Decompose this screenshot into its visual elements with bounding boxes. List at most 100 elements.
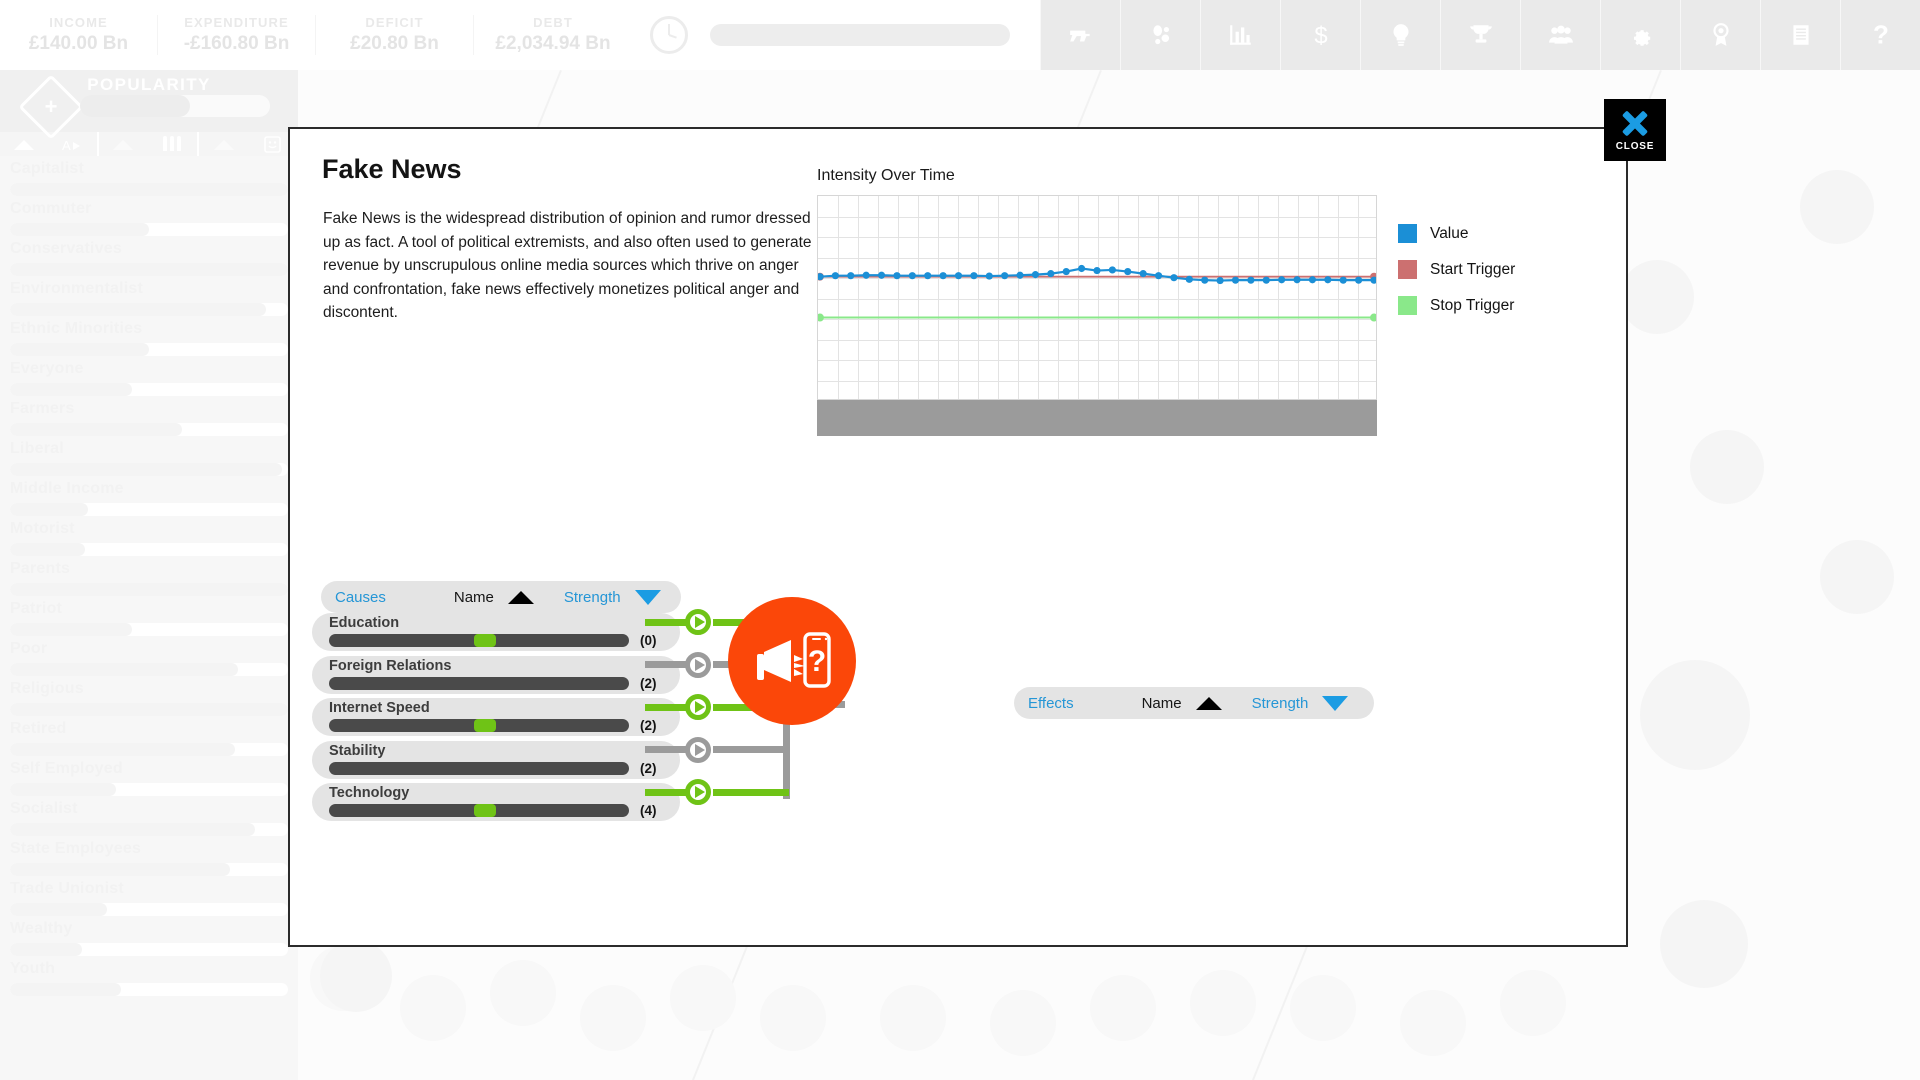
play-triangle-icon [694, 701, 705, 713]
chart-data-point [1293, 276, 1301, 284]
popularity-group[interactable]: Patriot [0, 596, 298, 636]
stat-income: INCOME £140.00 Bn [0, 15, 158, 55]
popularity-group[interactable]: Liberal [0, 436, 298, 476]
play-triangle-icon [694, 786, 705, 798]
cause-slider-track[interactable] [329, 761, 629, 775]
popularity-group[interactable]: Farmers [0, 396, 298, 436]
popularity-sidebar[interactable]: POPULARITY A Capitalist Commuter Conservat… [0, 70, 298, 1080]
turn-progress-bar[interactable] [710, 24, 1010, 46]
lightbulb-icon[interactable] [1360, 0, 1440, 70]
causes-title[interactable]: Causes [335, 589, 386, 606]
popularity-group-fill [10, 423, 183, 436]
cause-slider-track[interactable] [329, 804, 629, 817]
popularity-group-label: Self Employed [10, 760, 123, 777]
pills-icon[interactable] [1120, 0, 1200, 70]
popularity-group[interactable]: Motorist [0, 516, 298, 556]
document-icon[interactable] [1760, 0, 1840, 70]
chart-data-point [1278, 276, 1286, 284]
effects-sort-strength[interactable]: Strength [1252, 695, 1309, 712]
causes-list[interactable]: Education (0) Foreign Relations (2) Internet… [312, 611, 684, 824]
popularity-group-bar [10, 343, 288, 356]
triangle-up-icon[interactable] [507, 590, 534, 604]
connector-node[interactable] [685, 609, 711, 635]
cause-row[interactable]: Internet Speed (2) [312, 696, 684, 739]
gear-icon[interactable] [1600, 0, 1680, 70]
popularity-group[interactable]: Environmentalist [0, 276, 298, 316]
popularity-group-bar [10, 543, 288, 556]
bar-chart-icon[interactable] [1200, 0, 1280, 70]
cause-row[interactable]: Technology (4) [312, 781, 684, 824]
causes-header[interactable]: Causes Name Strength [321, 581, 681, 613]
popularity-group[interactable]: Youth [0, 956, 298, 996]
popularity-group[interactable]: Socialist [0, 796, 298, 836]
sidebar-filter-bar[interactable]: A [0, 132, 298, 156]
popularity-group[interactable]: State Employees [0, 836, 298, 876]
people-icon[interactable] [1520, 0, 1600, 70]
popularity-group[interactable]: Middle Income [0, 476, 298, 516]
connector-node[interactable] [685, 651, 711, 678]
connector-line-left [645, 618, 687, 626]
pistol-icon[interactable] [1040, 0, 1120, 70]
popularity-group[interactable]: Commuter [0, 196, 298, 236]
cause-row[interactable]: Stability (2) [312, 739, 684, 782]
popularity-group-fill [10, 863, 230, 876]
effects-header[interactable]: Effects Name Strength [1014, 687, 1374, 719]
popularity-group[interactable]: Trade Unionist [0, 876, 298, 916]
causes-sort-name[interactable]: Name [454, 589, 494, 606]
causes-sort-strength[interactable]: Strength [564, 589, 621, 606]
cause-name: Stability [329, 742, 386, 759]
cause-slider-marker[interactable] [474, 804, 496, 817]
triangle-up-icon[interactable] [1195, 696, 1222, 710]
filter-group-size[interactable] [99, 132, 199, 156]
cause-slider-track[interactable] [329, 676, 629, 690]
turn-timer[interactable] [650, 0, 1010, 70]
popularity-group-fill [10, 663, 238, 676]
dollar-icon[interactable]: $ [1280, 0, 1360, 70]
popularity-group-list[interactable]: Capitalist Commuter Conservatives Environme… [0, 156, 298, 996]
popularity-group[interactable]: Self Employed [0, 756, 298, 796]
cause-name: Foreign Relations [329, 657, 452, 674]
popularity-group-bar [10, 623, 288, 636]
stat-deficit: DEFICIT £20.80 Bn [316, 15, 474, 55]
cause-slider-marker[interactable] [474, 634, 496, 647]
cause-slider-track[interactable] [329, 634, 629, 647]
policy-bubble [1640, 660, 1750, 770]
effects-sort-name[interactable]: Name [1142, 695, 1182, 712]
popularity-group-bar [10, 183, 288, 196]
connector-node[interactable] [685, 736, 711, 763]
effects-title[interactable]: Effects [1028, 695, 1074, 712]
smiley-icon [264, 135, 282, 153]
connector-node[interactable] [685, 779, 711, 805]
help-icon[interactable]: ? [1840, 0, 1920, 70]
close-button-label: CLOSE [1615, 140, 1655, 152]
popularity-group-bar [10, 663, 288, 676]
popularity-group[interactable]: Religious [0, 676, 298, 716]
popularity-group-fill [10, 823, 255, 836]
cause-name: Technology [329, 785, 410, 801]
cause-slider-track[interactable] [329, 719, 629, 732]
cause-row[interactable]: Foreign Relations (2) [312, 654, 684, 697]
chart-data-point [1308, 276, 1317, 284]
policy-bubble [580, 985, 646, 1051]
popularity-group[interactable]: Conservatives [0, 236, 298, 276]
cause-row[interactable]: Education (0) [312, 611, 684, 654]
cause-slider-marker[interactable] [474, 719, 496, 732]
popularity-group[interactable]: Retired [0, 716, 298, 756]
popularity-group-label: Farmers [10, 400, 75, 417]
connector-node[interactable] [685, 694, 711, 720]
popularity-group-label: Poor [10, 640, 48, 657]
popularity-group[interactable]: Parents [0, 556, 298, 596]
triangle-down-icon[interactable] [1322, 695, 1349, 711]
popularity-group[interactable]: Wealthy [0, 916, 298, 956]
chart-data-point [985, 272, 993, 280]
popularity-group[interactable]: Poor [0, 636, 298, 676]
popularity-group[interactable]: Everyone [0, 356, 298, 396]
trophy-icon[interactable] [1440, 0, 1520, 70]
filter-group-mood[interactable] [199, 132, 298, 156]
popularity-group[interactable]: Ethnic Minorities [0, 316, 298, 356]
popularity-group[interactable]: Capitalist [0, 156, 298, 196]
popularity-group-bar [10, 783, 288, 796]
chart-data-point [1139, 270, 1147, 278]
close-button[interactable]: CLOSE [1604, 99, 1666, 161]
award-ribbon-icon[interactable] [1680, 0, 1760, 70]
